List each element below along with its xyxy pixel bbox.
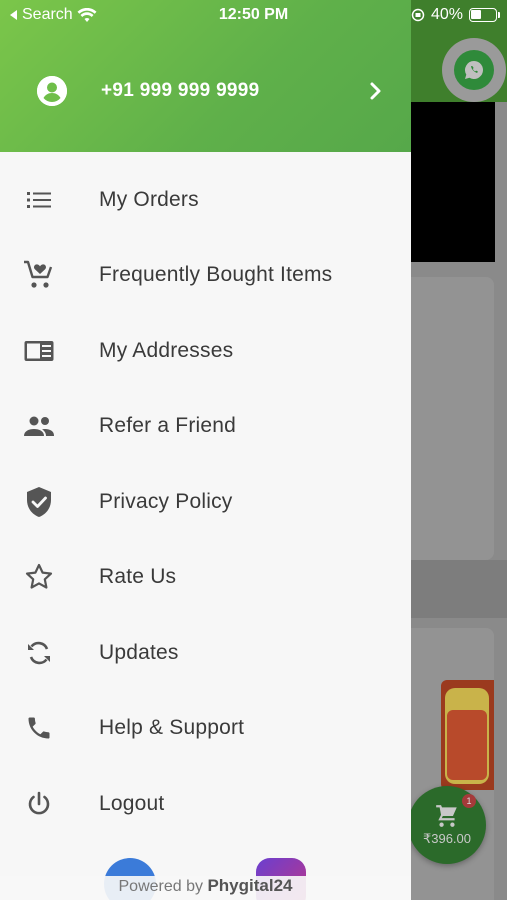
menu-item-privacy-policy[interactable]: Privacy Policy xyxy=(0,464,411,540)
cart-heart-icon xyxy=(22,258,56,292)
drawer-menu: My Orders Frequently Bought Items My Add… xyxy=(0,162,411,842)
cart-badge: 1 xyxy=(462,794,476,808)
status-right: 40% xyxy=(411,6,500,24)
menu-item-label: Rate Us xyxy=(99,565,177,589)
background-divider xyxy=(411,560,507,618)
power-icon xyxy=(22,787,56,821)
menu-item-frequently-bought[interactable]: Frequently Bought Items xyxy=(0,238,411,314)
people-icon xyxy=(22,409,56,443)
sync-icon xyxy=(22,636,56,670)
menu-item-my-addresses[interactable]: My Addresses xyxy=(0,313,411,389)
cart-button[interactable]: 1 ₹396.00 xyxy=(408,786,486,864)
footer-brand: Phygital24 xyxy=(207,876,293,895)
menu-item-label: Updates xyxy=(99,640,179,664)
phone-icon xyxy=(22,711,56,745)
menu-item-my-orders[interactable]: My Orders xyxy=(0,162,411,238)
menu-item-label: Refer a Friend xyxy=(99,414,237,438)
cart-total: ₹396.00 xyxy=(422,831,472,846)
list-icon xyxy=(22,183,56,217)
whatsapp-button[interactable] xyxy=(442,38,506,102)
menu-item-updates[interactable]: Updates xyxy=(0,615,411,691)
menu-item-label: My Orders xyxy=(99,187,199,211)
menu-item-logout[interactable]: Logout xyxy=(0,766,411,842)
account-icon xyxy=(37,76,67,106)
orientation-lock-icon xyxy=(411,8,425,22)
whatsapp-icon xyxy=(454,50,494,90)
profile-phone: +91 999 999 9999 xyxy=(101,80,260,101)
menu-item-label: Frequently Bought Items xyxy=(99,263,333,287)
address-card-icon xyxy=(22,334,56,368)
menu-item-label: Help & Support xyxy=(99,716,245,740)
powered-by-footer: Powered by Phygital24 xyxy=(0,876,411,900)
menu-item-rate-us[interactable]: Rate Us xyxy=(0,540,411,616)
product-image xyxy=(441,680,494,790)
menu-item-refer-friend[interactable]: Refer a Friend xyxy=(0,389,411,465)
profile-row[interactable]: +91 999 999 9999 xyxy=(0,68,411,114)
battery-percent: 40% xyxy=(430,6,463,23)
background-banner xyxy=(411,102,495,262)
navigation-drawer: +91 999 999 9999 My Orders Frequently Bo… xyxy=(0,0,411,900)
menu-item-label: Logout xyxy=(99,791,165,815)
cart-icon xyxy=(436,805,457,827)
shield-check-icon xyxy=(22,485,56,519)
menu-item-label: My Addresses xyxy=(99,338,234,362)
star-icon xyxy=(22,560,56,594)
battery-icon xyxy=(469,8,500,22)
status-bar: Search 12:50 PM 40% xyxy=(0,0,507,30)
background-card xyxy=(411,277,494,560)
menu-item-label: Privacy Policy xyxy=(99,489,233,513)
footer-prefix: Powered by xyxy=(118,878,204,895)
menu-item-help-support[interactable]: Help & Support xyxy=(0,691,411,767)
chevron-right-icon xyxy=(366,78,386,104)
